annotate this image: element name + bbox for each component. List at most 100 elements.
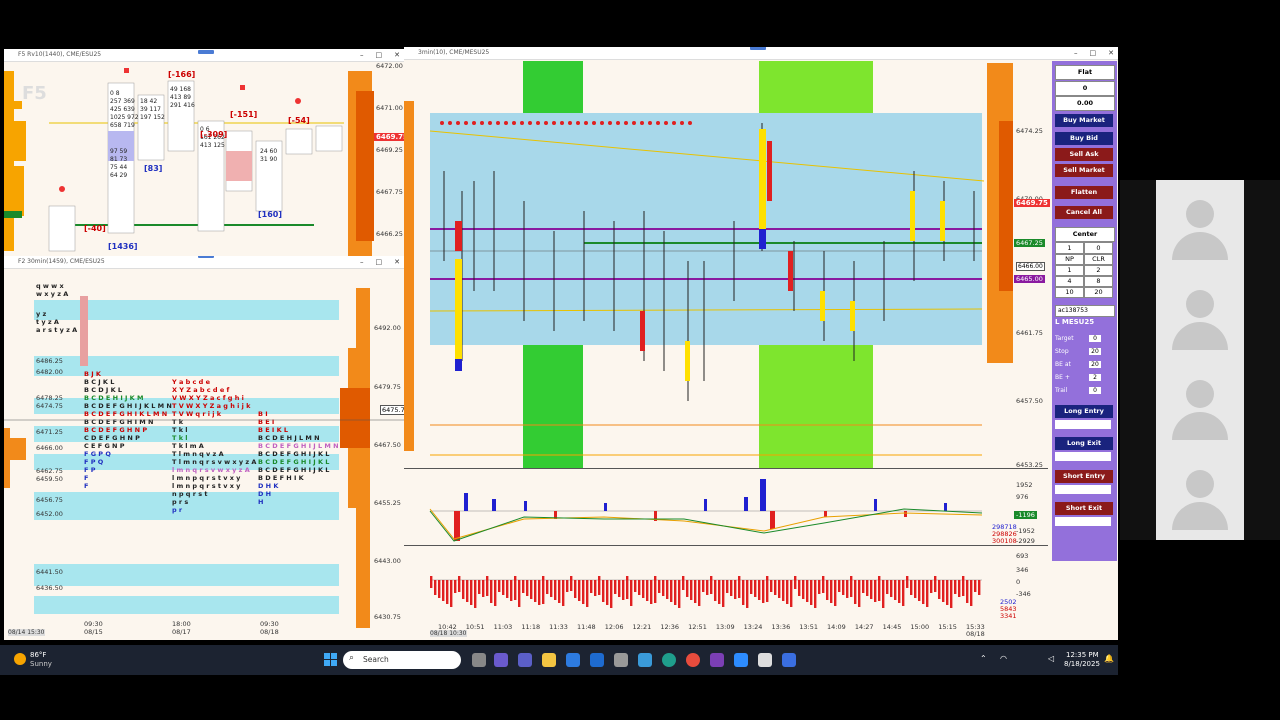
visual-studio-icon[interactable]: [710, 653, 724, 667]
np-button[interactable]: NP: [1055, 254, 1084, 265]
chart-window-main[interactable]: 3min(10), CME/MESU25 – □ ✕ 6474.25 6461.…: [404, 47, 1118, 640]
buy-market-button[interactable]: Buy Market: [1055, 114, 1113, 127]
video-participants: [1120, 180, 1280, 540]
trail-input[interactable]: 0: [1089, 387, 1101, 394]
stop-input[interactable]: 20: [1089, 348, 1101, 355]
participant-avatar[interactable]: [1156, 270, 1244, 358]
delta-oscillator[interactable]: 1952 976 -1196 298718 298826 300108 -195…: [404, 468, 1048, 546]
minimize-icon[interactable]: –: [360, 51, 364, 59]
svg-text:413 89: 413 89: [170, 94, 191, 101]
short-entry-select[interactable]: [1055, 485, 1111, 494]
center-button[interactable]: Center: [1055, 227, 1115, 242]
maximize-icon[interactable]: □: [376, 258, 383, 266]
qty-input-2[interactable]: 0: [1084, 242, 1113, 254]
time-tick: 13:51: [799, 623, 818, 631]
target-input[interactable]: 0: [1089, 335, 1101, 342]
volume-bar: [646, 580, 649, 601]
svg-text:B C J K L: B C J K L: [84, 378, 114, 386]
close-icon[interactable]: ✕: [1108, 49, 1114, 57]
app-icon[interactable]: [638, 653, 652, 667]
monitor-icon[interactable]: [758, 653, 772, 667]
short-exit-button[interactable]: Short Exit: [1055, 502, 1113, 515]
zoom-icon[interactable]: [734, 653, 748, 667]
volume-histogram[interactable]: 693 346 0 -346 2502 5843 3341: [404, 546, 1048, 624]
copilot-icon[interactable]: [494, 653, 508, 667]
right-volume-profile: [987, 63, 1013, 363]
breakeven-plus-input[interactable]: 2: [1089, 374, 1101, 381]
long-entry-button[interactable]: Long Entry: [1055, 405, 1113, 418]
price-chart[interactable]: [404, 61, 1054, 481]
buy-bid-button[interactable]: Buy Bid: [1055, 132, 1113, 145]
long-exit-select[interactable]: [1055, 452, 1111, 461]
breakeven-at-input[interactable]: 20: [1089, 361, 1101, 368]
close-icon[interactable]: ✕: [394, 51, 400, 59]
volume-bar: [970, 580, 973, 606]
left-volume-profile: [4, 71, 26, 251]
volume-bar: [526, 580, 529, 596]
account-select[interactable]: ac138753: [1055, 305, 1115, 317]
short-entry-button[interactable]: Short Entry: [1055, 470, 1113, 483]
maximize-icon[interactable]: □: [1090, 49, 1097, 57]
qty-preset[interactable]: 4: [1055, 276, 1084, 287]
edge-icon[interactable]: [662, 653, 676, 667]
maximize-icon[interactable]: □: [376, 51, 383, 59]
windows-start-icon[interactable]: [324, 653, 337, 666]
participant-avatar[interactable]: [1156, 450, 1244, 538]
weather-icon[interactable]: [14, 653, 26, 665]
outlook-icon[interactable]: [590, 653, 604, 667]
svg-text:T k l: T k l: [172, 434, 188, 442]
qty-preset[interactable]: 2: [1084, 265, 1113, 276]
volume-bar: [438, 580, 441, 598]
clr-button[interactable]: CLR: [1084, 254, 1113, 265]
close-icon[interactable]: ✕: [394, 258, 400, 266]
qty-input[interactable]: 1: [1055, 242, 1084, 254]
participant-avatar[interactable]: [1156, 360, 1244, 448]
long-exit-button[interactable]: Long Exit: [1055, 437, 1113, 450]
search-box[interactable]: ⌕ Search: [343, 651, 461, 669]
trading-app-icon[interactable]: [782, 653, 796, 667]
volume-icon[interactable]: ◁: [1048, 654, 1054, 663]
volume-bar: [806, 580, 809, 602]
wifi-icon[interactable]: ◠: [1000, 654, 1007, 663]
qty-preset[interactable]: 20: [1084, 287, 1113, 298]
long-entry-select[interactable]: [1055, 420, 1111, 429]
svg-text:l m n p q r s t v x y: l m n p q r s t v x y: [172, 482, 241, 490]
sell-ask-button[interactable]: Sell Ask: [1055, 148, 1113, 161]
qty-preset[interactable]: 1: [1055, 265, 1084, 276]
chrome-icon[interactable]: [686, 653, 700, 667]
drag-handle[interactable]: [198, 256, 214, 258]
drag-handle[interactable]: [198, 50, 214, 54]
chart-window-f2[interactable]: F2 30min(1459), CME/ESU25 – □ ✕ q w w x: [4, 256, 404, 640]
short-exit-select[interactable]: [1055, 517, 1111, 526]
store-icon[interactable]: [566, 653, 580, 667]
tpo-chart[interactable]: q w w x w x y z A y z t y z A a r s t y …: [4, 268, 404, 640]
volume-bar: [818, 580, 821, 594]
qty-preset[interactable]: 10: [1055, 287, 1084, 298]
qty-preset[interactable]: 8: [1084, 276, 1113, 287]
clock-time[interactable]: 12:35 PM: [1066, 651, 1099, 659]
teams-icon[interactable]: [518, 653, 532, 667]
settings-icon[interactable]: [614, 653, 628, 667]
task-view-icon[interactable]: [472, 653, 486, 667]
weather-temp[interactable]: 86°F: [30, 651, 46, 659]
time-tick: 13:09: [715, 623, 735, 631]
delta-label: [1436]: [108, 242, 138, 251]
sell-market-button[interactable]: Sell Market: [1055, 164, 1113, 177]
footprint-chart[interactable]: 0 8257 369425 639 1025 972658 719 97 59 8…: [4, 61, 404, 256]
clock-date[interactable]: 8/18/2025: [1064, 660, 1100, 668]
volume-bar: [882, 580, 885, 608]
volume-bar: [854, 580, 857, 604]
time-tick: 12:36: [660, 623, 680, 631]
flatten-button[interactable]: Flatten: [1055, 186, 1113, 199]
drag-handle[interactable]: [750, 47, 766, 50]
chart-window-f5[interactable]: F5 Rv10(1440), CME/ESU25 – □ ✕ F5 0 8 25…: [4, 49, 404, 256]
notification-icon[interactable]: 🔔: [1104, 654, 1114, 663]
file-explorer-icon[interactable]: [542, 653, 556, 667]
tray-chevron-icon[interactable]: ⌃: [980, 654, 987, 663]
minimize-icon[interactable]: –: [360, 258, 364, 266]
svg-text:T k l m A: T k l m A: [172, 442, 204, 450]
participant-avatar[interactable]: [1156, 180, 1244, 268]
minimize-icon[interactable]: –: [1074, 49, 1078, 57]
cancel-all-button[interactable]: Cancel All: [1055, 206, 1113, 219]
volume-bar: [666, 580, 669, 599]
